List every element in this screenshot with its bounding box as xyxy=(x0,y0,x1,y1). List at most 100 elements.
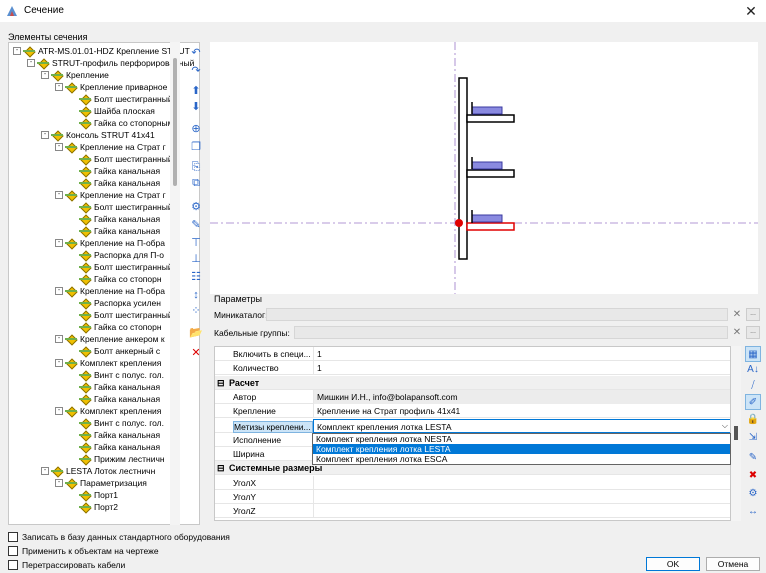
minicatalog-field[interactable] xyxy=(266,308,728,321)
property-row[interactable]: УголY xyxy=(215,490,730,504)
tree-item[interactable]: Порт1 xyxy=(69,489,118,501)
property-row[interactable]: Крепление Крепление на Страт профиль 41x4… xyxy=(215,404,730,419)
selection-point[interactable] xyxy=(455,219,463,227)
pin-icon[interactable]: ✐ xyxy=(745,394,761,410)
category-collapse-icon[interactable]: ⊟ xyxy=(217,463,225,474)
tray-shelf-top[interactable] xyxy=(466,102,515,123)
tree-collapse-icon[interactable]: - xyxy=(55,143,63,151)
tree-collapse-icon[interactable]: - xyxy=(55,359,63,367)
settings-icon[interactable]: ⚙ xyxy=(745,486,761,502)
tree-item[interactable]: - Крепление на П-обра xyxy=(55,285,165,297)
checkbox-apply-to-objects[interactable]: Применить к объектам на чертеже xyxy=(8,545,159,557)
lock-icon[interactable]: 🔒 xyxy=(745,412,761,428)
property-row[interactable]: Автор Мишкин И.Н., info@bolapansoft.com xyxy=(215,389,730,404)
add-element-icon[interactable]: ⊕ xyxy=(189,122,203,136)
move-down-icon[interactable]: ⬇ xyxy=(189,100,203,114)
tree-scrollbar[interactable] xyxy=(170,42,180,525)
tree-item[interactable]: Гайка канальная xyxy=(69,381,160,393)
tree-item[interactable]: Шайба плоская xyxy=(69,105,155,117)
checkbox-box[interactable] xyxy=(8,560,18,570)
tree-item[interactable]: Гайка канальная xyxy=(69,165,160,177)
tree-item[interactable]: - Крепление на Страт г xyxy=(55,141,166,153)
cancel-button[interactable]: Отмена xyxy=(706,557,760,571)
tree-item[interactable]: Гайка со стопорным xyxy=(69,117,174,129)
tree-collapse-icon[interactable]: - xyxy=(55,83,63,91)
tree-item[interactable]: - ATR-MS.01.01-HDZ Крепление STRUT xyxy=(13,45,190,57)
property-row[interactable]: Метизы креплени... Комплект крепления лот… xyxy=(215,418,730,433)
tree-item[interactable]: Гайка канальная xyxy=(69,213,160,225)
filter-icon[interactable]: ⧸ xyxy=(745,378,761,394)
tray-shelf-middle[interactable] xyxy=(466,157,515,178)
tree-collapse-icon[interactable]: - xyxy=(55,239,63,247)
tree-item[interactable]: Гайка канальная xyxy=(69,393,160,405)
tree-item[interactable]: Болт шестигранный xyxy=(69,153,173,165)
tree-collapse-icon[interactable]: - xyxy=(55,479,63,487)
add-bolt-icon[interactable]: ⚙ xyxy=(189,200,203,214)
property-row[interactable]: УголZ xyxy=(215,504,730,519)
open-folder-icon[interactable]: 📂 xyxy=(189,326,203,340)
property-value[interactable] xyxy=(313,490,730,504)
edit-field-icon[interactable]: ✎ xyxy=(745,450,761,466)
close-icon[interactable]: ✕ xyxy=(742,2,760,20)
tree-item[interactable]: Болт анкерный с xyxy=(69,345,160,357)
ok-button[interactable]: OK xyxy=(646,557,700,571)
tree-item[interactable]: Распорка усилен xyxy=(69,297,161,309)
property-value[interactable] xyxy=(313,475,730,490)
fasteners-dropdown-list[interactable]: Комплект крепления лотка NESTA Комплект к… xyxy=(312,433,731,465)
property-category[interactable]: ⊟ Расчет xyxy=(215,375,730,390)
tree-collapse-icon[interactable]: - xyxy=(55,407,63,415)
cable-groups-field[interactable] xyxy=(294,326,728,339)
tree-collapse-icon[interactable]: - xyxy=(55,287,63,295)
cable-groups-clear-icon[interactable]: ✕ xyxy=(732,327,742,338)
property-row[interactable]: Включить в специ... 1 xyxy=(215,347,730,361)
tree-collapse-icon[interactable]: - xyxy=(55,191,63,199)
copy-icon[interactable]: ❐ xyxy=(189,140,203,154)
tree-collapse-icon[interactable]: - xyxy=(13,47,21,55)
category-collapse-icon[interactable]: ⊟ xyxy=(217,378,225,389)
export-icon[interactable]: ⇲ xyxy=(745,430,761,446)
property-row[interactable]: УголX xyxy=(215,475,730,490)
tree-item[interactable]: Винт с полус. гол. xyxy=(69,417,164,429)
tree-item[interactable]: - Крепление на Страт г xyxy=(55,189,166,201)
tree-item[interactable]: Порт2 xyxy=(69,501,118,513)
checkbox-save-to-db[interactable]: Записать в базу данных стандартного обор… xyxy=(8,531,230,543)
tree-item[interactable]: - Комплект крепления xyxy=(55,357,161,369)
tree-item[interactable]: Винт с полус. гол. xyxy=(69,369,164,381)
tree-item[interactable]: Гайка со стопорн xyxy=(69,273,162,285)
group-icon[interactable]: ⁘ xyxy=(189,304,203,318)
tree-item[interactable]: Гайка со стопорн xyxy=(69,321,162,333)
minicatalog-clear-icon[interactable]: ✕ xyxy=(732,309,742,320)
tree-item[interactable]: - Крепление приварное xyxy=(55,81,167,93)
dropdown-option[interactable]: Комплект крепления лотка LESTA xyxy=(313,444,730,454)
tree-item[interactable]: - LESTA Лоток лестничн xyxy=(41,465,155,477)
tree-item[interactable]: - Комплект крепления xyxy=(55,405,161,417)
edit-icon[interactable]: ✎ xyxy=(189,218,203,232)
paste-icon[interactable]: ⎘ xyxy=(189,160,203,174)
duplicate-icon[interactable]: ⧉ xyxy=(189,176,203,190)
redo-icon[interactable]: ↷ xyxy=(189,64,203,78)
fasteners-combobox[interactable]: Комплект крепления лотка LESTA ⌵ xyxy=(313,418,730,433)
tree-item[interactable]: Болт шестигранный xyxy=(69,93,173,105)
property-value[interactable] xyxy=(313,504,730,519)
property-grid-scrollbar[interactable] xyxy=(731,346,741,521)
move-up-icon[interactable]: ⬆ xyxy=(189,84,203,98)
tree-item[interactable]: Гайка канальная xyxy=(69,429,160,441)
tree-scroll-thumb[interactable] xyxy=(173,58,177,186)
tree-collapse-icon[interactable]: - xyxy=(27,59,35,67)
tree-item[interactable]: Гайка канальная xyxy=(69,441,160,453)
tree-item[interactable]: - Консоль STRUT 41x41 xyxy=(41,129,155,141)
cable-groups-browse-button[interactable]: ... xyxy=(746,326,760,339)
undo-icon[interactable]: ↶ xyxy=(189,46,203,60)
dropdown-option[interactable]: Комплект крепления лотка ESCA xyxy=(313,454,730,464)
minicatalog-browse-button[interactable]: ... xyxy=(746,308,760,321)
property-row[interactable]: Количество 1 xyxy=(215,361,730,376)
tree-item[interactable]: - Параметризация xyxy=(55,477,147,489)
property-value[interactable]: Крепление на Страт профиль 41x41 xyxy=(313,404,730,419)
property-grid-scroll-thumb[interactable] xyxy=(734,426,738,440)
section-preview-canvas[interactable] xyxy=(210,42,758,294)
sort-az-icon[interactable]: A↓ xyxy=(745,362,761,378)
tree-item[interactable]: Распорка для П-о xyxy=(69,249,164,261)
property-value[interactable]: 1 xyxy=(313,347,730,361)
dimension-icon[interactable]: ↕ xyxy=(189,288,203,302)
checkbox-box[interactable] xyxy=(8,532,18,542)
